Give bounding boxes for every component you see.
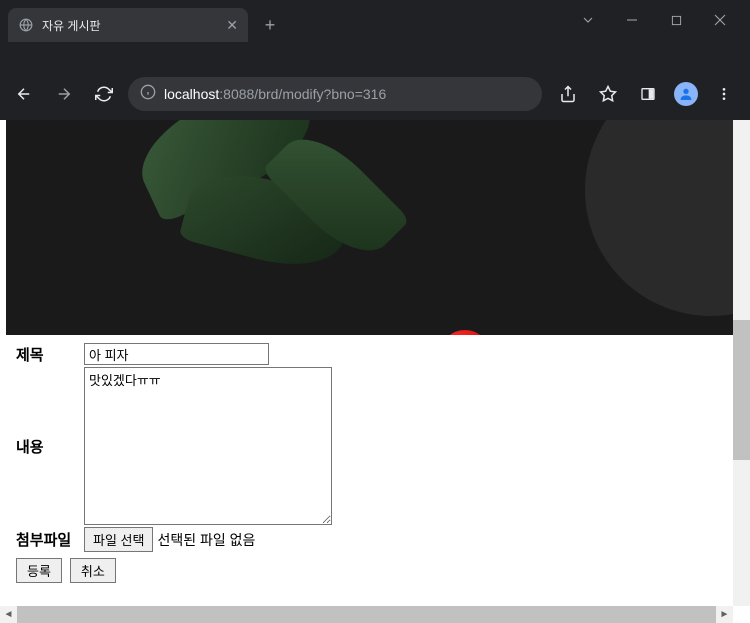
page-viewport: 제목 내용 첨부파일 파일 선택 선택된 파일 없음 등록 취소 (0, 120, 750, 623)
tab-strip: 자유 게시판 ✕ + (8, 8, 284, 42)
horizontal-scrollbar[interactable]: ◄ ► (0, 606, 733, 623)
scroll-right-icon[interactable]: ► (716, 606, 733, 623)
scroll-left-icon[interactable]: ◄ (0, 606, 17, 623)
cancel-button[interactable]: 취소 (70, 558, 116, 583)
tab-title: 자유 게시판 (42, 17, 218, 34)
window-close-icon[interactable] (706, 6, 734, 34)
profile-avatar[interactable] (674, 82, 698, 106)
file-status-text: 선택된 파일 없음 (157, 530, 255, 550)
dropdown-icon[interactable] (574, 6, 602, 34)
url-text: localhost:8088/brd/modify?bno=316 (164, 86, 530, 102)
browser-toolbar: localhost:8088/brd/modify?bno=316 (0, 70, 750, 118)
horizontal-scroll-track[interactable] (17, 606, 716, 623)
browser-tab[interactable]: 자유 게시판 ✕ (8, 8, 248, 42)
forward-button[interactable] (48, 78, 80, 110)
new-tab-button[interactable]: + (256, 11, 284, 39)
toolbar-right (550, 80, 742, 108)
content-textarea[interactable] (84, 367, 332, 525)
address-bar[interactable]: localhost:8088/brd/modify?bno=316 (128, 77, 542, 111)
minimize-icon[interactable] (618, 6, 646, 34)
edit-form: 제목 내용 첨부파일 파일 선택 선택된 파일 없음 등록 취소 (6, 335, 741, 591)
content-label: 내용 (16, 436, 84, 457)
submit-button[interactable]: 등록 (16, 558, 62, 583)
panel-icon[interactable] (634, 80, 662, 108)
maximize-icon[interactable] (662, 6, 690, 34)
attachment-label: 첨부파일 (16, 529, 84, 550)
menu-icon[interactable] (710, 80, 738, 108)
close-icon[interactable]: ✕ (226, 17, 238, 34)
action-buttons: 등록 취소 (16, 558, 731, 583)
header-image (6, 120, 741, 335)
browser-chrome: 자유 게시판 ✕ + (0, 0, 750, 120)
star-icon[interactable] (594, 80, 622, 108)
title-label: 제목 (16, 344, 84, 365)
back-button[interactable] (8, 78, 40, 110)
content-area: 제목 내용 첨부파일 파일 선택 선택된 파일 없음 등록 취소 (6, 120, 741, 608)
vertical-scroll-thumb[interactable] (733, 320, 750, 460)
title-input[interactable] (84, 343, 269, 365)
horizontal-scroll-thumb[interactable] (17, 606, 716, 623)
content-row: 내용 (16, 367, 731, 525)
share-icon[interactable] (554, 80, 582, 108)
info-icon[interactable] (140, 84, 156, 104)
vertical-scrollbar[interactable] (733, 120, 750, 606)
reload-button[interactable] (88, 78, 120, 110)
attachment-row: 첨부파일 파일 선택 선택된 파일 없음 (16, 527, 731, 552)
window-controls (562, 6, 746, 34)
title-row: 제목 (16, 343, 731, 365)
file-select-button[interactable]: 파일 선택 (84, 527, 153, 552)
globe-icon (18, 17, 34, 33)
